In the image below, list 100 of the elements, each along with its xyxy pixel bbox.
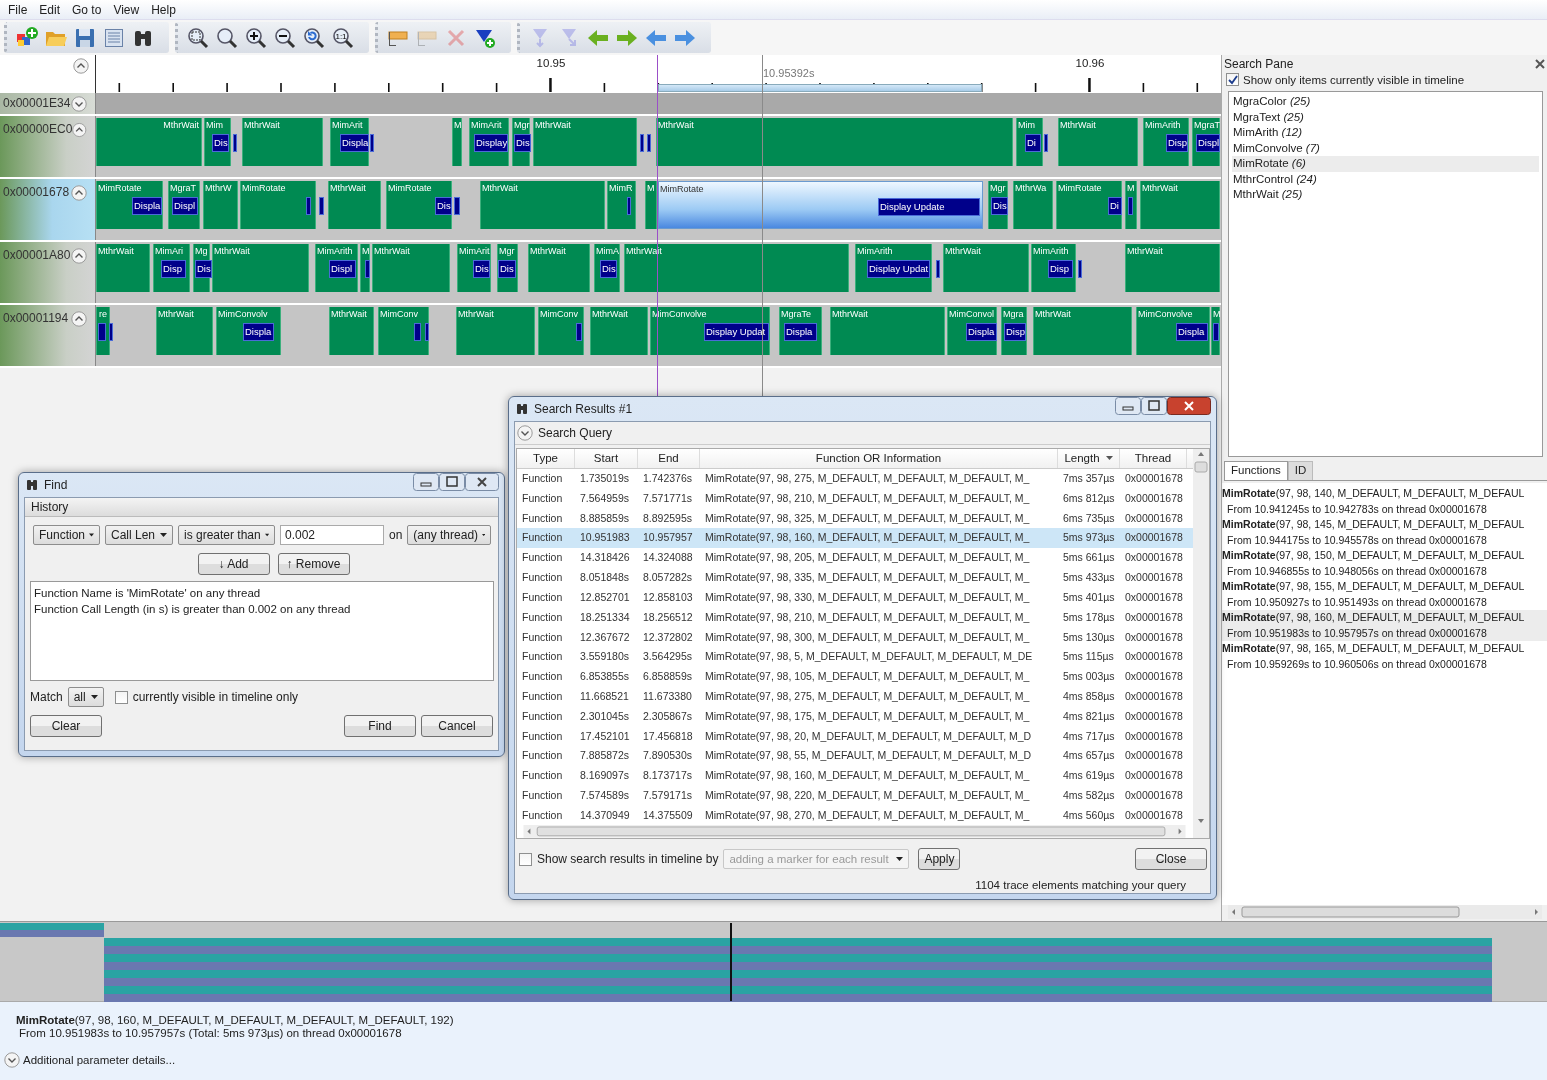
call-block[interactable]: MimArith Display Updat	[855, 244, 932, 292]
close-button[interactable]	[1167, 397, 1211, 415]
vertical-scrollbar[interactable]	[1193, 449, 1209, 838]
checkbox[interactable]	[1226, 73, 1239, 86]
table-row[interactable]: Function 7.574589s 7.579171s MimRotate(97, 98, 220, M_DEFAULT, M_DEFAULT, M_DEFAULT, M_ 4ms 582µs 0x00001678	[517, 785, 1193, 806]
nested-call-block[interactable]: Dis	[473, 260, 490, 278]
function-item[interactable]: MthrControl (24)	[1232, 171, 1539, 187]
call-block[interactable]: MimRotate Display Update	[658, 181, 983, 229]
menu-item[interactable]: Edit	[33, 2, 67, 17]
column-header[interactable]: Function OR Information	[700, 449, 1058, 468]
call-block[interactable]: MgraT Displ	[1192, 118, 1220, 166]
table-row[interactable]: Function 12.367672 12.372802 MimRotate(97, 98, 300, M_DEFAULT, M_DEFAULT, M_DEFAULT, M_ 5ms 130µs 0x00001678	[517, 627, 1193, 647]
tab[interactable]: Functions	[1224, 461, 1288, 480]
expand-toggle[interactable]	[71, 311, 87, 327]
call-block[interactable]: MthrWait	[242, 118, 323, 166]
call-block[interactable]: M	[1125, 181, 1137, 229]
nested-call-block[interactable]: Dis	[600, 260, 617, 278]
call-block[interactable]: MimR	[607, 181, 636, 229]
call-block[interactable]: MimRotate	[240, 181, 316, 229]
column-header[interactable]: Length	[1058, 449, 1120, 468]
call-block[interactable]: MimRotate Di	[1056, 181, 1122, 229]
call-block[interactable]: MimConvolv Displa	[216, 307, 281, 355]
nested-call-block[interactable]: Display	[474, 134, 509, 152]
nested-call-block[interactable]: Di	[1108, 197, 1122, 215]
table-row[interactable]: Function 14.370949 14.375509 MimRotate(97, 98, 270, M_DEFAULT, M_DEFAULT, M_DEFAULT, M_ 4ms 560µs 0x00001678	[517, 805, 1193, 826]
nested-call-block[interactable]: Dis	[514, 134, 531, 152]
call-block[interactable]: MimArith Disp	[1143, 118, 1189, 166]
checkbox[interactable]	[519, 852, 532, 866]
expander-label[interactable]: Additional parameter details...	[23, 1054, 176, 1066]
call-block[interactable]: MimArit Displa	[330, 118, 369, 166]
call-block[interactable]: MthrWa	[1013, 181, 1053, 229]
call-block[interactable]: MthrWait	[1058, 118, 1138, 166]
call-bar[interactable]	[1078, 260, 1082, 278]
column-header[interactable]: Thread	[1120, 449, 1187, 468]
nested-call-block[interactable]: Dis	[435, 197, 452, 215]
lane-header[interactable]: 0x00001E34	[0, 93, 96, 114]
result-item[interactable]: MimRotate(97, 98, 145, M_DEFAULT, M_DEFAULT, M_DEFAUL From 10.944175s to 10.945578s on thread 0x00001678	[1222, 517, 1547, 548]
nested-call-block[interactable]: Dis	[498, 260, 516, 278]
result-item[interactable]: MimRotate(97, 98, 160, M_DEFAULT, M_DEFAULT, M_DEFAUL From 10.951983s to 10.957957s on thread 0x00001678	[1222, 610, 1547, 641]
call-block[interactable]: MthrWait	[212, 244, 309, 292]
result-item[interactable]: MimRotate(97, 98, 140, M_DEFAULT, M_DEFAULT, M_DEFAUL From 10.941245s to 10.942783s on thread 0x00001678	[1222, 486, 1547, 517]
call-block[interactable]: MthrW	[203, 181, 238, 229]
call-block[interactable]: MimArith Displ	[315, 244, 358, 292]
nested-call-block[interactable]: Display Updat	[704, 323, 769, 341]
nested-call-block[interactable]: Displ	[172, 197, 198, 215]
nested-call-block[interactable]: Dis	[991, 197, 1008, 215]
nested-call-block[interactable]: Displa	[132, 197, 162, 215]
nested-call-block[interactable]: Disp	[1166, 134, 1188, 152]
horizontal-scrollbar[interactable]	[1228, 905, 1542, 919]
column-header[interactable]: Type	[517, 449, 575, 468]
table-row[interactable]: Function 18.251334 18.256512 MimRotate(97, 98, 210, M_DEFAULT, M_DEFAULT, M_DEFAULT, M_ 5ms 178µs 0x00001678	[517, 607, 1193, 628]
call-bar[interactable]	[370, 134, 374, 152]
call-bar[interactable]	[1044, 134, 1048, 152]
expand-toggle[interactable]	[71, 185, 87, 201]
nested-call-block[interactable]: Displa	[340, 134, 370, 152]
apply-button[interactable]: Apply	[918, 848, 961, 870]
call-bar[interactable]	[319, 197, 324, 215]
table-row[interactable]: Function 11.668521 11.673380 MimRotate(97, 98, 275, M_DEFAULT, M_DEFAULT, M_DEFAULT, M_ 4ms 858µs 0x00001678	[517, 686, 1193, 707]
menu-item[interactable]: Go to	[66, 2, 108, 17]
result-item[interactable]: MimRotate(97, 98, 165, M_DEFAULT, M_DEFAULT, M_DEFAUL From 10.959269s to 10.960506s on thread 0x00001678	[1222, 641, 1547, 672]
call-block[interactable]: Mgra Disp	[1001, 307, 1027, 355]
table-row[interactable]: Function 7.564959s 7.571771s MimRotate(97, 98, 210, M_DEFAULT, M_DEFAULT, M_DEFAULT, M_ 6ms 812µs 0x00001678	[517, 488, 1193, 509]
table-row[interactable]: Function 2.301045s 2.305867s MimRotate(97, 98, 175, M_DEFAULT, M_DEFAULT, M_DEFAULT, M_ 4ms 821µs 0x00001678	[517, 706, 1193, 727]
call-block[interactable]: MimRotate Displa	[96, 181, 163, 229]
call-block[interactable]: MgraT Displ	[168, 181, 200, 229]
value-field[interactable]: 0.002	[280, 525, 384, 545]
call-bar[interactable]	[109, 323, 113, 341]
dropdown[interactable]: Call Len	[105, 525, 173, 545]
call-block[interactable]: MthrWait	[480, 181, 605, 229]
function-item[interactable]: MthrWait (25)	[1232, 187, 1539, 203]
result-item[interactable]: MimRotate(97, 98, 155, M_DEFAULT, M_DEFAULT, M_DEFAUL From 10.950927s to 10.951493s on thread 0x00001678	[1222, 579, 1547, 610]
criteria-button[interactable]: ↑ Remove	[277, 553, 350, 575]
call-block[interactable]: MimConv	[538, 307, 584, 355]
call-block[interactable]: MimArith Disp	[1031, 244, 1076, 292]
nested-call-block[interactable]: Display Updat	[867, 260, 930, 278]
maximize-button[interactable]	[439, 473, 465, 491]
expand-toggle[interactable]	[72, 122, 87, 138]
call-block[interactable]: MimConvolve Displa	[1136, 307, 1210, 355]
lane-header[interactable]: 0x00000EC0	[0, 116, 96, 177]
call-block[interactable]: MimConv	[378, 307, 429, 355]
call-block[interactable]: M	[645, 181, 657, 229]
collapse-all-button[interactable]	[73, 58, 89, 74]
call-block[interactable]: MimConvol Displa	[947, 307, 997, 355]
dropdown[interactable]: is greater than	[178, 525, 275, 545]
call-bar[interactable]	[98, 323, 106, 341]
criteria-button[interactable]: ↓ Add	[197, 553, 270, 575]
nested-call-block[interactable]: Displa	[784, 323, 817, 341]
menu-item[interactable]: Help	[145, 2, 182, 17]
call-block[interactable]: MimArit Dis	[457, 244, 491, 292]
call-block[interactable]: MthrWait	[329, 307, 374, 355]
nested-call-block[interactable]: Displa	[1176, 323, 1208, 341]
call-block[interactable]: M	[452, 118, 462, 166]
call-block[interactable]: MthrWait	[528, 244, 590, 292]
nested-call-block[interactable]: Disp	[161, 260, 186, 278]
close-button[interactable]: Close	[1135, 848, 1207, 870]
call-bar[interactable]	[936, 260, 940, 278]
expand-toggle[interactable]	[71, 248, 87, 264]
zoom-in-icon[interactable]	[244, 25, 268, 50]
call-block[interactable]: MimRotate Dis	[386, 181, 452, 229]
dropdown[interactable]: all	[67, 687, 104, 707]
